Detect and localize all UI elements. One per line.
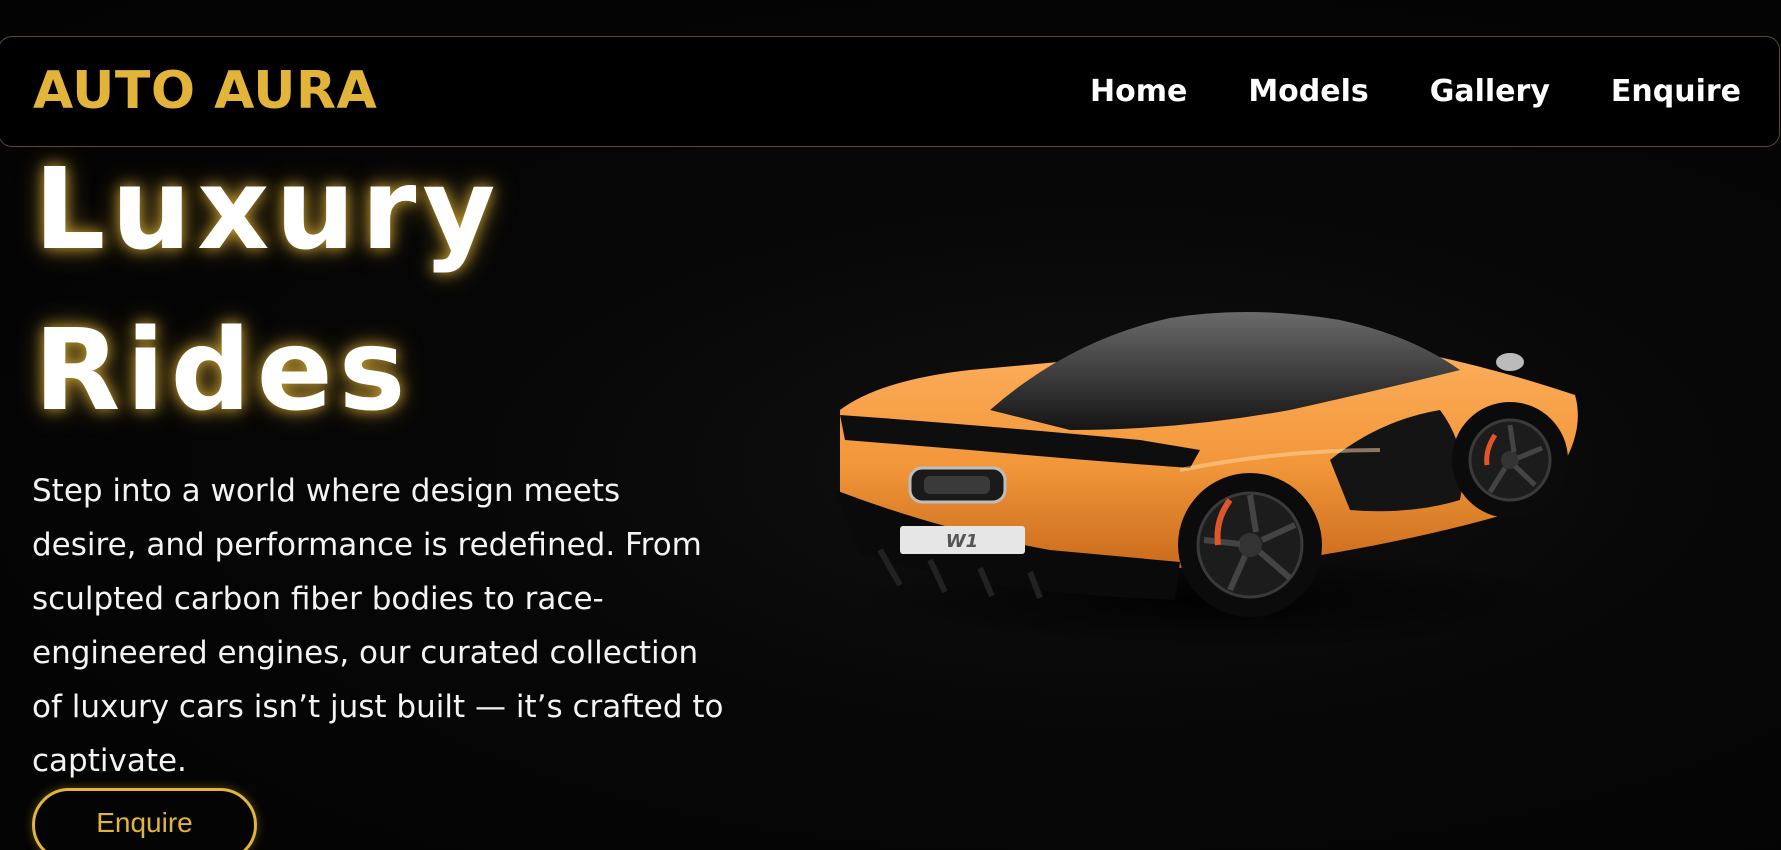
nav-link-gallery[interactable]: Gallery: [1430, 77, 1550, 107]
brand-logo[interactable]: AUTO AURA: [33, 65, 377, 117]
license-plate-text: W1: [946, 531, 978, 552]
nav-link-enquire[interactable]: Enquire: [1611, 77, 1741, 107]
hero-title-line-2: Rides: [34, 306, 412, 436]
hero-title: Luxury Rides: [34, 130, 501, 452]
nav-link-home[interactable]: Home: [1090, 77, 1187, 107]
nav-link-models[interactable]: Models: [1248, 77, 1368, 107]
hero-description: Step into a world where design meets des…: [32, 473, 724, 779]
hero-title-line-1: Luxury: [34, 145, 502, 275]
car-image: W1: [820, 300, 1600, 660]
page: AUTO AURA Home Models Gallery Enquire Lu…: [0, 0, 1781, 850]
nav-links: Home Models Gallery Enquire: [1029, 77, 1741, 107]
navbar: AUTO AURA Home Models Gallery Enquire: [0, 36, 1780, 147]
enquire-button[interactable]: Enquire: [32, 788, 257, 850]
